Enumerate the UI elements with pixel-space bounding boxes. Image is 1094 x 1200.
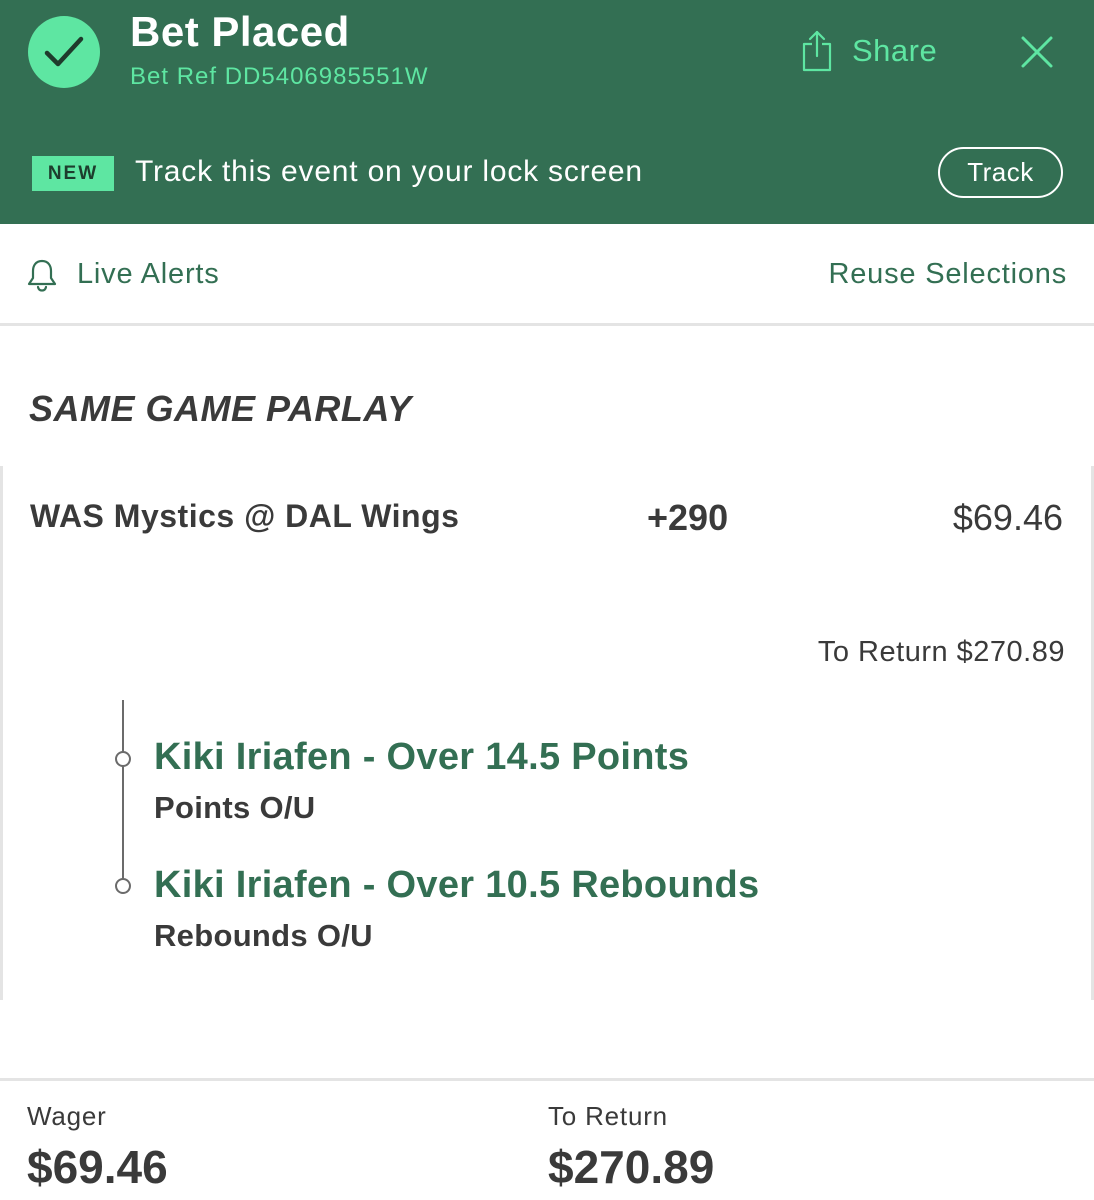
close-icon [1021, 36, 1053, 68]
live-alerts-link[interactable]: Live Alerts [77, 258, 220, 291]
reuse-selections-link[interactable]: Reuse Selections [829, 258, 1067, 291]
share-icon [802, 30, 832, 72]
leg-selection: Kiki Iriafen - Over 14.5 Points [154, 736, 690, 778]
wager-label: Wager [27, 1101, 107, 1131]
track-button[interactable]: Track [938, 147, 1063, 198]
odds: +290 [647, 497, 729, 538]
share-label: Share [852, 33, 938, 68]
leg-marker [115, 878, 131, 894]
share-button[interactable]: Share [800, 28, 937, 74]
close-button[interactable] [1015, 30, 1059, 74]
action-row: Live Alerts Reuse Selections [0, 224, 1094, 326]
page-title: Bet Placed [130, 8, 350, 55]
leg-market: Rebounds O/U [154, 918, 373, 953]
lock-screen-banner-text: Track this event on your lock screen [135, 155, 643, 188]
leg-marker [115, 751, 131, 767]
leg-market: Points O/U [154, 790, 316, 825]
new-badge: NEW [32, 156, 114, 191]
footer-divider [0, 1078, 1094, 1081]
check-icon [28, 16, 100, 88]
stake-amount: $69.46 [952, 497, 1063, 538]
leg-selection: Kiki Iriafen - Over 10.5 Rebounds [154, 864, 760, 906]
wager-value: $69.46 [27, 1141, 168, 1193]
return-label: To Return [548, 1101, 668, 1131]
to-return-amount: To Return $270.89 [817, 636, 1065, 668]
bet-placed-header: Bet Placed Bet Ref DD5406985551W Share N… [0, 0, 1094, 224]
bet-type-heading: SAME GAME PARLAY [29, 388, 412, 429]
bell-icon[interactable] [26, 258, 58, 292]
legs-timeline [122, 700, 124, 886]
matchup: WAS Mystics @ DAL Wings [30, 498, 460, 534]
bet-reference: Bet Ref DD5406985551W [130, 63, 429, 90]
return-value: $270.89 [548, 1141, 715, 1193]
